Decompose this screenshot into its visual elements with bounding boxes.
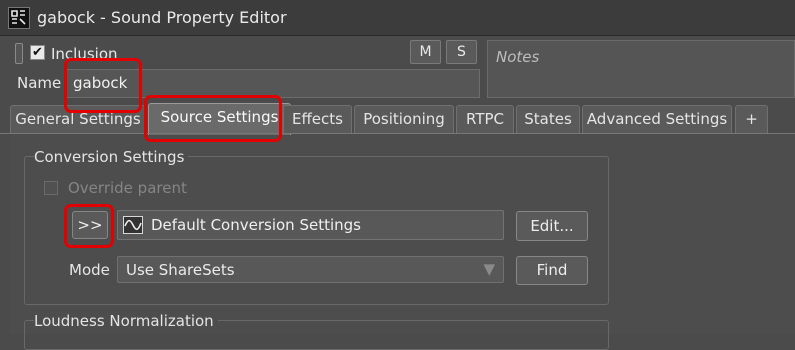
window-title: gabock - Sound Property Editor	[37, 8, 287, 27]
inclusion-checkbox[interactable]: ✔	[30, 45, 45, 60]
inclusion-label: Inclusion	[51, 45, 118, 63]
find-button[interactable]: Find	[516, 256, 588, 285]
tab-general-settings[interactable]: General Settings	[10, 105, 146, 133]
solo-button[interactable]: S	[446, 40, 477, 64]
edit-button[interactable]: Edit...	[516, 211, 588, 241]
expand-shareset-button[interactable]: >>	[72, 211, 108, 239]
conversion-shareset-field[interactable]: Default Conversion Settings	[117, 210, 504, 240]
tab-advanced-settings[interactable]: Advanced Settings	[582, 105, 732, 133]
conversion-settings-icon	[123, 216, 143, 234]
name-input[interactable]: gabock	[64, 69, 480, 98]
tab-bar: General Settings Source Settings Effects…	[10, 103, 795, 135]
tab-source-settings[interactable]: Source Settings	[148, 103, 291, 135]
mute-button[interactable]: M	[410, 40, 441, 64]
notes-field[interactable]: Notes	[487, 40, 795, 98]
tab-states[interactable]: States	[516, 105, 580, 133]
notes-placeholder: Notes	[496, 48, 540, 66]
conversion-settings-title: Conversion Settings	[34, 148, 189, 166]
drag-handle[interactable]	[15, 43, 23, 64]
tab-effects[interactable]: Effects	[283, 105, 352, 133]
tab-divider	[0, 133, 795, 134]
add-tab-button[interactable]: +	[735, 105, 768, 133]
title-bar: gabock - Sound Property Editor	[0, 0, 795, 36]
name-label: Name	[17, 74, 62, 92]
loudness-normalization-title: Loudness Normalization	[34, 312, 218, 330]
tab-positioning[interactable]: Positioning	[354, 105, 454, 133]
name-value: gabock	[73, 74, 128, 92]
wwise-sound-icon	[8, 7, 30, 29]
mode-label: Mode	[69, 261, 110, 279]
override-parent-checkbox[interactable]	[44, 181, 58, 195]
conversion-shareset-value: Default Conversion Settings	[151, 216, 361, 234]
override-parent-label: Override parent	[68, 179, 187, 197]
mode-select-value: Use ShareSets	[126, 261, 235, 279]
chevron-down-icon: ▼	[483, 260, 495, 278]
mode-select[interactable]: Use ShareSets ▼	[117, 256, 504, 283]
tab-rtpc[interactable]: RTPC	[456, 105, 514, 133]
